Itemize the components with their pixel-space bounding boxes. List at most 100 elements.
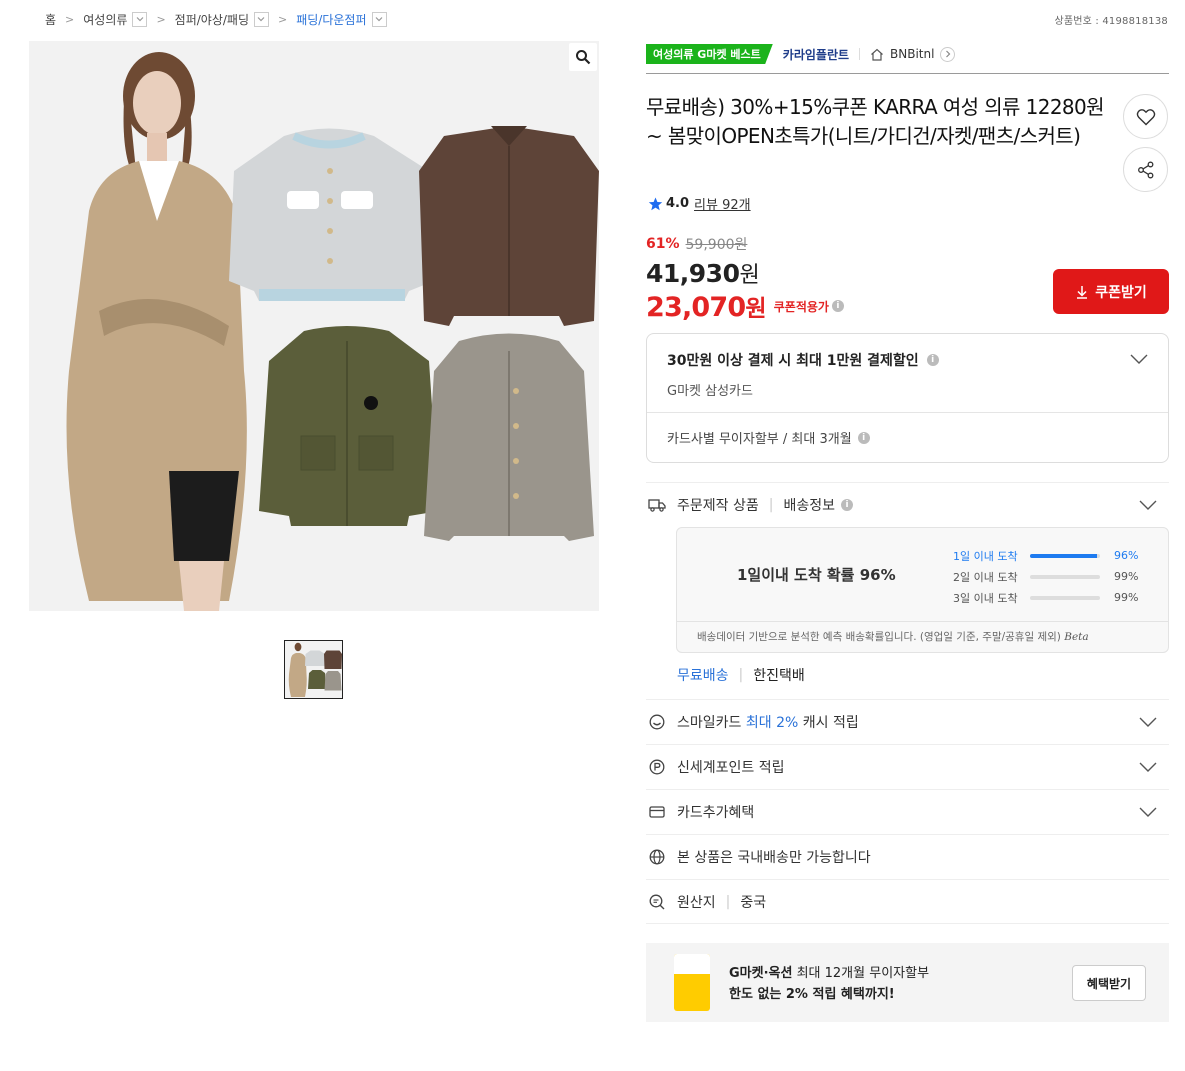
probability-bar xyxy=(1030,574,1100,579)
info-icon[interactable]: i xyxy=(831,300,844,312)
chevron-down-icon[interactable] xyxy=(1139,500,1157,510)
shinsegae-point-row[interactable]: 신세계포인트 적립 xyxy=(646,744,1169,789)
thumbnail-photo xyxy=(285,641,342,698)
shipping-info-label: 배송정보 xyxy=(783,498,835,514)
banner-line2: 한도 없는 2% 적립 혜택까지! xyxy=(729,987,895,1002)
divider: | xyxy=(738,667,744,683)
breadcrumb-label: 여성의류 xyxy=(83,12,128,27)
delivery-row-label: 1일 이내 도착 xyxy=(953,549,1018,563)
shop-name: BNBitnl xyxy=(890,47,935,61)
origin-row: 원산지 | 중국 xyxy=(646,879,1169,924)
chevron-down-icon[interactable] xyxy=(1139,762,1157,772)
shipping-info-row[interactable]: 주문제작 상품 | 배송정보 i xyxy=(646,482,1169,527)
card-name: G마켓 삼성카드 xyxy=(667,384,753,399)
probability-bar xyxy=(1030,595,1100,600)
delivery-probability-box: 1일이내 도착 확률 96% 1일 이내 도착 96% 2일 이내 도착 99%… xyxy=(676,527,1169,653)
point-icon xyxy=(648,758,666,776)
get-benefit-button[interactable]: 혜택받기 xyxy=(1072,965,1146,1001)
delivery-note-text: 배송데이터 기반으로 분석한 예측 배송확률입니다. (영업일 기준, 주말/공… xyxy=(697,631,1061,643)
original-price: 59,900원 xyxy=(685,237,748,253)
chevron-down-icon[interactable] xyxy=(1139,717,1157,727)
discount-rate: 61% xyxy=(646,236,680,252)
card-extra-benefit-label: 카드추가혜택 xyxy=(677,805,755,821)
delivery-row-label: 3일 이내 도착 xyxy=(953,591,1018,605)
breadcrumb-home[interactable]: 홈 xyxy=(45,11,56,28)
main-product-image[interactable] xyxy=(29,41,599,611)
sale-price-number: 41,930 xyxy=(646,259,740,288)
thumbnail-image[interactable] xyxy=(284,640,343,699)
sale-price-unit: 원 xyxy=(739,263,760,288)
card-extra-benefit-row[interactable]: 카드추가혜택 xyxy=(646,789,1169,834)
installment-text: 카드사별 무이자할부 / 최대 3개월 xyxy=(667,432,852,447)
info-icon[interactable]: i xyxy=(857,431,870,444)
probability-bar-fill xyxy=(1030,553,1098,558)
banner-line1: 최대 12개월 무이자할부 xyxy=(792,966,930,981)
brand-link[interactable]: 카라임플란트 xyxy=(783,46,849,63)
delivery-note: 배송데이터 기반으로 분석한 예측 배송확률입니다. (영업일 기준, 주말/공… xyxy=(677,621,1168,651)
coupon-price-unit: 원 xyxy=(745,296,766,322)
delivery-probability-text: 1일이내 도착 확률 96% xyxy=(737,566,896,584)
smile-card-suffix: 캐시 적립 xyxy=(798,715,859,731)
smile-card-highlight: 최대 2% xyxy=(745,715,799,731)
info-icon[interactable]: i xyxy=(926,354,939,366)
truck-icon xyxy=(648,496,666,514)
chevron-down-icon[interactable] xyxy=(1130,354,1148,364)
breadcrumb: 홈 > 여성의류 > 점퍼/야상/패딩 > 패딩/다운점퍼 xyxy=(45,10,387,28)
gmarket-card-banner[interactable]: G마켓·옥션 최대 12개월 무이자할부 한도 없는 2% 적립 혜택까지! 혜… xyxy=(646,943,1169,1022)
review-link[interactable]: 리뷰 92개 xyxy=(694,194,751,213)
beta-label: Beta xyxy=(1064,631,1089,643)
chevron-right-icon: > xyxy=(156,12,166,26)
coupon-price-number: 23,070 xyxy=(646,292,746,323)
share-button[interactable] xyxy=(1123,147,1168,192)
badge-row: 여성의류 G마켓 베스트 카라임플란트 BNBitnl xyxy=(646,41,1169,67)
price-block: 61% 59,900원 41,930원 23,070원 쿠폰적용가 i 쿠폰받기 xyxy=(646,234,1169,323)
chevron-right-icon: > xyxy=(65,12,75,26)
origin-label: 원산지 xyxy=(677,894,716,911)
delivery-row-label: 2일 이내 도착 xyxy=(953,570,1018,584)
delivery-row-value: 96% xyxy=(1114,549,1139,562)
rating-score: 4.0 xyxy=(666,196,690,211)
rating: 4.0 리뷰 92개 xyxy=(648,194,751,213)
chevron-down-icon[interactable] xyxy=(1139,807,1157,817)
shipping-method: 무료배송 | 한진택배 xyxy=(677,665,805,685)
product-title: 무료배송) 30%+15%쿠폰 KARRA 여성 의류 12280원~ 봄맞이O… xyxy=(646,95,1105,148)
chevron-down-icon[interactable] xyxy=(132,11,148,27)
download-icon xyxy=(1077,285,1088,299)
credit-card-icon xyxy=(648,803,666,821)
product-photo xyxy=(29,41,599,611)
delivery-row: 2일 이내 도착 99% xyxy=(953,566,1138,587)
divider xyxy=(646,73,1169,74)
breadcrumb-label: 점퍼/야상/패딩 xyxy=(174,12,249,27)
shinsegae-point-label: 신세계포인트 적립 xyxy=(677,760,785,776)
delivery-row: 3일 이내 도착 99% xyxy=(953,587,1138,608)
shop-link[interactable]: BNBitnl xyxy=(870,46,956,62)
like-button[interactable] xyxy=(1123,94,1168,139)
origin-value: 중국 xyxy=(740,894,767,911)
heart-icon xyxy=(1136,108,1155,125)
card-discount-box[interactable]: 30만원 이상 결제 시 최대 1만원 결제할인 i G마켓 삼성카드 카드사별 … xyxy=(646,333,1169,463)
product-number: 상품번호 : 4198818138 xyxy=(1054,16,1168,27)
domestic-shipping-label: 본 상품은 국내배송만 가능합니다 xyxy=(677,850,871,866)
breadcrumb-item-padding[interactable]: 패딩/다운점퍼 xyxy=(296,11,387,28)
best-badge[interactable]: 여성의류 G마켓 베스트 xyxy=(646,44,773,64)
smile-icon xyxy=(648,713,666,731)
info-icon[interactable]: i xyxy=(840,499,853,511)
smile-card-row[interactable]: 스마일카드 최대 2% 캐시 적립 xyxy=(646,699,1169,744)
breadcrumb-item-jumper[interactable]: 점퍼/야상/패딩 xyxy=(175,11,269,28)
divider xyxy=(859,48,861,60)
zoom-button[interactable] xyxy=(569,43,597,71)
divider: | xyxy=(768,497,774,513)
coupon-button-label: 쿠폰받기 xyxy=(1095,284,1147,301)
smile-card-prefix: 스마일카드 xyxy=(677,715,746,731)
chevron-down-icon[interactable] xyxy=(253,11,269,27)
coupon-download-button[interactable]: 쿠폰받기 xyxy=(1053,269,1169,314)
chevron-down-icon[interactable] xyxy=(371,11,387,27)
chevron-right-icon xyxy=(940,46,956,62)
banner-brand: G마켓·옥션 xyxy=(729,966,793,981)
delivery-row-value: 99% xyxy=(1114,570,1139,583)
delivery-probability-table: 1일 이내 도착 96% 2일 이내 도착 99% 3일 이내 도착 99% xyxy=(953,545,1138,608)
breadcrumb-item-women[interactable]: 여성의류 xyxy=(83,11,148,28)
divider: | xyxy=(725,893,731,910)
search-icon xyxy=(576,50,591,65)
star-icon xyxy=(648,197,663,210)
